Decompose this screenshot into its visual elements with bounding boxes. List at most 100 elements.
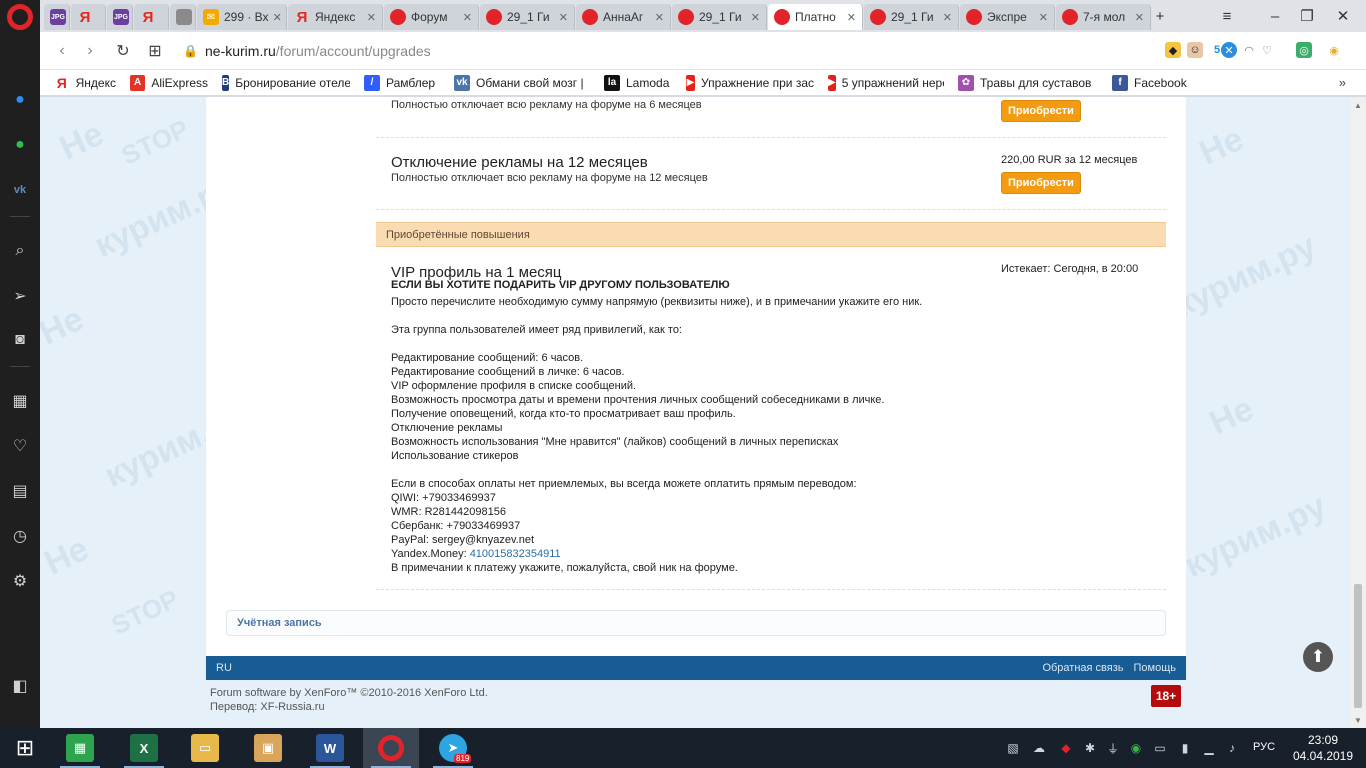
extension-map-icon[interactable]: ◎ <box>1296 42 1312 58</box>
keyboard-language[interactable]: РУС <box>1253 741 1275 753</box>
tray-network-icon[interactable]: ▧ <box>1005 740 1021 756</box>
tray-cloud-icon[interactable]: ☁ <box>1031 740 1047 756</box>
tab-9[interactable]: АннаАг ✕ <box>576 4 671 30</box>
new-tab-icon[interactable]: + <box>1150 6 1170 26</box>
tray-wifi-icon[interactable]: ▁ <box>1201 740 1217 756</box>
system-clock[interactable]: 23:09 04.04.2019 <box>1288 732 1358 764</box>
reload-icon[interactable]: ↻ <box>113 41 133 61</box>
opera-logo-icon[interactable] <box>7 4 33 30</box>
maximize-icon[interactable]: ❐ <box>1297 6 1317 26</box>
page-scrollbar[interactable]: ▲ ▼ <box>1350 97 1366 728</box>
minimize-icon[interactable]: – <box>1265 6 1285 26</box>
messenger-icon[interactable]: ● <box>8 88 32 112</box>
buy-button[interactable]: Приобрести <box>1001 100 1081 122</box>
back-icon[interactable]: ‹ <box>52 41 72 61</box>
tab-close-icon[interactable]: ✕ <box>651 11 664 24</box>
buy-button[interactable]: Приобрести <box>1001 172 1081 194</box>
bookmark-item[interactable]: / Рамблер <box>364 74 440 91</box>
language-selector[interactable]: RU <box>216 662 232 674</box>
taskbar-app[interactable]: ▣ <box>240 728 296 768</box>
tray-app-icon[interactable]: ◉ <box>1128 740 1144 756</box>
camera-icon[interactable]: ◙ <box>8 328 32 352</box>
taskbar-app-telegram[interactable]: ➤ 819 <box>425 728 481 768</box>
bookmark-item[interactable]: A AliExpress <box>130 74 208 91</box>
snapshot-icon[interactable]: ◠ <box>1241 42 1257 58</box>
scroll-down-icon[interactable]: ▼ <box>1350 712 1366 728</box>
extension-cube-icon[interactable]: ◆ <box>1165 42 1181 58</box>
bookmark-item[interactable]: ▶ 5 упражнений нере <box>828 74 944 91</box>
tab-14[interactable]: 7-я мол ✕ <box>1056 4 1151 30</box>
feedback-link[interactable]: Обратная связь <box>1042 662 1123 674</box>
sidebar-toggle-icon[interactable]: ◧ <box>8 674 32 698</box>
speed-dial-icon[interactable]: ▦ <box>8 389 32 413</box>
bookmark-item[interactable]: ▶ Упражнение при зас <box>686 74 814 91</box>
tab-7[interactable]: Форум ✕ <box>384 4 479 30</box>
settings-icon[interactable]: ⚙ <box>8 569 32 593</box>
tab-8[interactable]: 29_1 Ги ✕ <box>480 4 575 30</box>
news-icon[interactable]: ▤ <box>8 479 32 503</box>
scrollbar-thumb[interactable] <box>1354 584 1362 708</box>
bookmarks-overflow-icon[interactable]: » <box>1339 75 1346 90</box>
tab-6[interactable]: Я Яндекс ✕ <box>288 4 383 30</box>
url-field[interactable]: 🔒 ne-kurim.ru/forum/account/upgrades <box>175 38 1325 64</box>
tab-11[interactable]: Платно ✕ <box>768 4 863 30</box>
scroll-up-icon[interactable]: ▲ <box>1350 97 1366 113</box>
tab-2[interactable]: JPG <box>107 4 133 30</box>
bookmark-item[interactable]: la Lamoda <box>604 74 672 91</box>
send-icon[interactable]: ➢ <box>8 284 32 308</box>
bookmark-item[interactable]: ✿ Травы для суставов <box>958 74 1098 91</box>
taskbar-app[interactable]: ▦ <box>52 728 108 768</box>
tray-antivirus-icon[interactable]: ◆ <box>1058 740 1074 756</box>
tab-close-icon[interactable]: ✕ <box>1131 11 1144 24</box>
bookmark-heart-icon[interactable]: ♡ <box>1259 42 1275 58</box>
vpn-icon[interactable]: ✕ <box>1221 42 1237 58</box>
tab-close-icon[interactable]: ✕ <box>269 11 282 24</box>
tabs-overview-icon[interactable]: ⊞ <box>145 41 165 61</box>
bookmark-item[interactable]: vk Обмани свой мозг | <box>454 74 590 91</box>
tray-usb-icon[interactable]: ⏚ <box>1105 740 1121 756</box>
bookmark-item[interactable]: B Бронирование отеле <box>222 74 350 91</box>
extension-face-icon[interactable]: ☺ <box>1187 42 1203 58</box>
tab-close-icon[interactable]: ✕ <box>747 11 760 24</box>
taskbar-app[interactable]: ▭ <box>177 728 233 768</box>
vk-icon[interactable]: vk <box>8 178 32 202</box>
tab-close-icon[interactable]: ✕ <box>843 11 856 24</box>
help-link[interactable]: Помощь <box>1134 662 1177 674</box>
yandex-money-link[interactable]: 410015832354911 <box>470 548 561 560</box>
tab-5[interactable]: ✉ 299 · Вх ✕ <box>197 4 287 30</box>
tray-bluetooth-icon[interactable]: ✱ <box>1082 740 1098 756</box>
start-button[interactable]: ⊞ <box>0 728 50 768</box>
tab-close-icon[interactable]: ✕ <box>363 11 376 24</box>
tab-13[interactable]: Экспре ✕ <box>960 4 1055 30</box>
bookmark-item[interactable]: f Facebook <box>1112 74 1192 91</box>
account-link[interactable]: Учётная запись <box>237 617 322 629</box>
tray-battery-icon[interactable]: ▮ <box>1177 740 1193 756</box>
tab-menu-icon[interactable]: ≡ <box>1217 6 1237 26</box>
tab-close-icon[interactable]: ✕ <box>459 11 472 24</box>
taskbar-app-opera[interactable] <box>363 728 419 768</box>
close-window-icon[interactable]: ✕ <box>1333 6 1353 26</box>
extension-cookie-icon[interactable]: ◉ <box>1326 42 1342 58</box>
taskbar-app[interactable]: W <box>302 728 358 768</box>
tab-close-icon[interactable]: ✕ <box>939 11 952 24</box>
tray-volume-icon[interactable]: ♪ <box>1224 740 1240 756</box>
tab-close-icon[interactable]: ✕ <box>1035 11 1048 24</box>
whatsapp-icon[interactable]: ● <box>8 133 32 157</box>
tray-monitor-icon[interactable]: ▭ <box>1152 740 1168 756</box>
bookmark-item[interactable]: Я Яндекс <box>54 75 116 91</box>
account-breadcrumb[interactable]: Учётная запись <box>226 610 1166 636</box>
tab-4[interactable] <box>170 4 196 30</box>
heart-icon[interactable]: ♡ <box>8 434 32 458</box>
tab-close-icon[interactable]: ✕ <box>555 11 568 24</box>
vip-description: Просто перечислите необходимую сумму нап… <box>391 295 922 575</box>
history-icon[interactable]: ◷ <box>8 524 32 548</box>
scroll-to-top-icon[interactable]: ⬆ <box>1303 642 1333 672</box>
tab-12[interactable]: 29_1 Ги ✕ <box>864 4 959 30</box>
tab-1[interactable]: Я <box>71 4 106 30</box>
tab-3[interactable]: Я <box>134 4 169 30</box>
search-icon[interactable]: ⌕ <box>8 239 32 263</box>
forward-icon[interactable]: › <box>80 41 100 61</box>
taskbar-app[interactable]: X <box>116 728 172 768</box>
tab-10[interactable]: 29_1 Ги ✕ <box>672 4 767 30</box>
tab-0[interactable]: JPG <box>44 4 70 30</box>
